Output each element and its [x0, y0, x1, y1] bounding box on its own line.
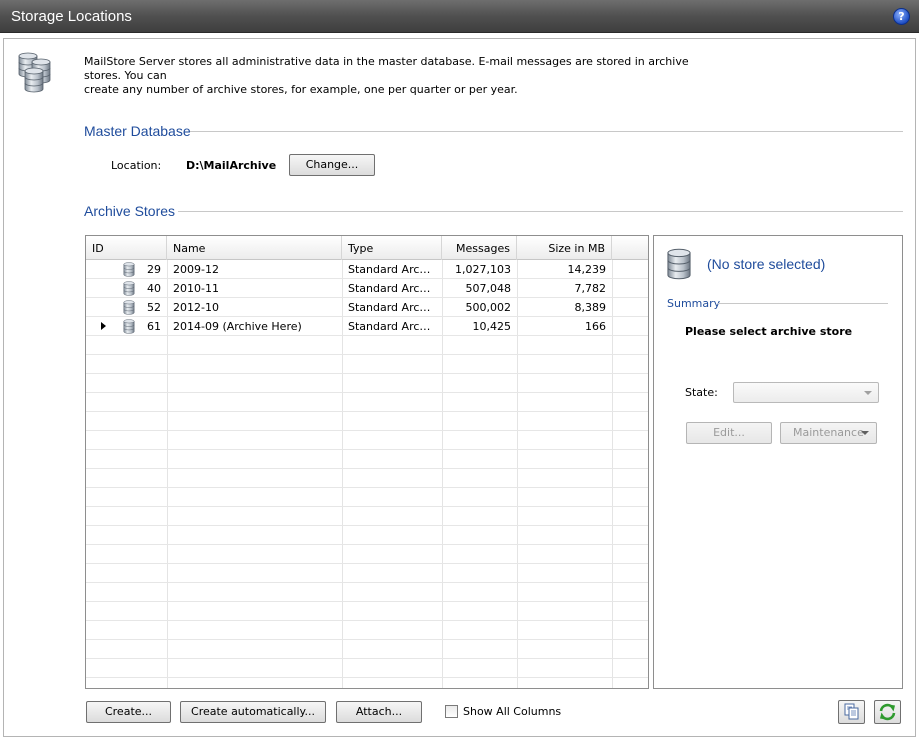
archive-stores-table[interactable]: ID Name Type Messages Size in MB 29 2009-…	[85, 235, 649, 689]
archive-stores-divider	[178, 211, 903, 212]
title-bar: Storage Locations ?	[0, 0, 919, 33]
column-header-id[interactable]: ID	[86, 236, 167, 260]
attach-store-button[interactable]: Attach...	[336, 701, 422, 723]
cell-type: Standard Archi...	[348, 301, 440, 314]
chevron-down-icon	[864, 391, 872, 395]
copy-icon	[844, 703, 859, 720]
change-location-button[interactable]: Change...	[289, 154, 375, 176]
cell-size: 8,389	[574, 301, 607, 314]
empty-table-row	[86, 564, 648, 583]
cell-size: 7,782	[574, 282, 607, 295]
master-database-heading: Master Database	[84, 123, 191, 139]
cell-name: 2014-09 (Archive Here)	[173, 320, 302, 333]
cell-messages: 500,002	[465, 301, 512, 314]
cell-type: Standard Archi...	[348, 263, 440, 276]
table-row[interactable]: 29 2009-12 Standard Archi... 1,027,103 14,23…	[86, 260, 648, 279]
empty-table-row	[86, 526, 648, 545]
archive-store-icon	[123, 300, 135, 315]
empty-table-row	[86, 545, 648, 564]
maintenance-label: Maintenance	[793, 426, 864, 439]
cell-size: 14,239	[567, 263, 607, 276]
master-database-divider	[190, 131, 903, 132]
cell-messages: 10,425	[472, 320, 512, 333]
summary-heading: Summary	[667, 297, 721, 310]
help-icon[interactable]: ?	[893, 8, 910, 25]
edit-store-button[interactable]: Edit...	[686, 422, 772, 444]
column-header-size[interactable]: Size in MB	[517, 236, 612, 260]
window-title: Storage Locations	[11, 8, 132, 25]
empty-table-row	[86, 374, 648, 393]
show-all-columns-label[interactable]: Show All Columns	[463, 705, 561, 718]
empty-table-row	[86, 602, 648, 621]
cell-id: 61	[147, 320, 161, 333]
cell-name: 2009-12	[173, 263, 219, 276]
selected-store-title: (No store selected)	[707, 256, 826, 272]
empty-table-row	[86, 336, 648, 355]
column-header-type[interactable]: Type	[342, 236, 442, 260]
empty-table-row	[86, 488, 648, 507]
empty-table-row	[86, 450, 648, 469]
column-header-filler	[612, 236, 648, 260]
intro-line-2: create any number of archive stores, for…	[84, 83, 518, 96]
archive-store-icon	[123, 319, 135, 334]
table-body: 29 2009-12 Standard Archi... 1,027,103 14,23…	[86, 260, 648, 678]
summary-divider	[718, 303, 888, 304]
cell-messages: 507,048	[465, 282, 512, 295]
empty-table-row	[86, 621, 648, 640]
show-all-columns-checkbox[interactable]	[445, 705, 458, 718]
empty-table-row	[86, 659, 648, 678]
cell-name: 2012-10	[173, 301, 219, 314]
cell-size: 166	[585, 320, 606, 333]
state-label: State:	[685, 386, 718, 399]
table-header: ID Name Type Messages Size in MB	[86, 236, 648, 260]
empty-table-row	[86, 412, 648, 431]
cell-id: 29	[147, 263, 161, 276]
empty-table-row	[86, 355, 648, 374]
table-row[interactable]: 40 2010-11 Standard Archi... 507,048 7,782	[86, 279, 648, 298]
empty-table-row	[86, 583, 648, 602]
refresh-icon	[879, 703, 896, 721]
intro-text: MailStore Server stores all administrati…	[84, 55, 704, 97]
refresh-button[interactable]	[874, 700, 901, 724]
copy-button[interactable]	[838, 700, 865, 724]
column-header-name[interactable]: Name	[167, 236, 342, 260]
empty-table-row	[86, 640, 648, 659]
maintenance-button[interactable]: Maintenance	[780, 422, 877, 444]
state-select[interactable]	[733, 382, 879, 403]
database-icon	[666, 248, 692, 280]
create-automatically-button[interactable]: Create automatically...	[180, 701, 326, 723]
cell-messages: 1,027,103	[455, 263, 511, 276]
chevron-down-icon	[861, 431, 869, 435]
intro-line-1: MailStore Server stores all administrati…	[84, 55, 689, 82]
empty-table-row	[86, 393, 648, 412]
cell-type: Standard Archi...	[348, 282, 440, 295]
cell-id: 40	[147, 282, 161, 295]
select-store-message: Please select archive store	[685, 325, 853, 338]
location-value: D:\MailArchive	[186, 159, 277, 172]
create-store-button[interactable]: Create...	[86, 701, 171, 723]
empty-table-row	[86, 431, 648, 450]
location-label: Location:	[111, 159, 162, 172]
database-stack-icon	[18, 52, 51, 93]
cell-type: Standard Archi...	[348, 320, 440, 333]
store-details-panel: (No store selected) Summary Please selec…	[653, 235, 903, 689]
archive-stores-heading: Archive Stores	[84, 203, 176, 219]
table-row[interactable]: 61 2014-09 (Archive Here) Standard Archi..…	[86, 317, 648, 336]
column-header-messages[interactable]: Messages	[442, 236, 517, 260]
cell-id: 52	[147, 301, 161, 314]
empty-table-row	[86, 507, 648, 526]
cell-name: 2010-11	[173, 282, 219, 295]
archive-store-icon	[123, 262, 135, 277]
archive-store-icon	[123, 281, 135, 296]
table-row[interactable]: 52 2012-10 Standard Archi... 500,002 8,389	[86, 298, 648, 317]
current-row-indicator-icon	[101, 322, 106, 330]
empty-table-row	[86, 469, 648, 488]
